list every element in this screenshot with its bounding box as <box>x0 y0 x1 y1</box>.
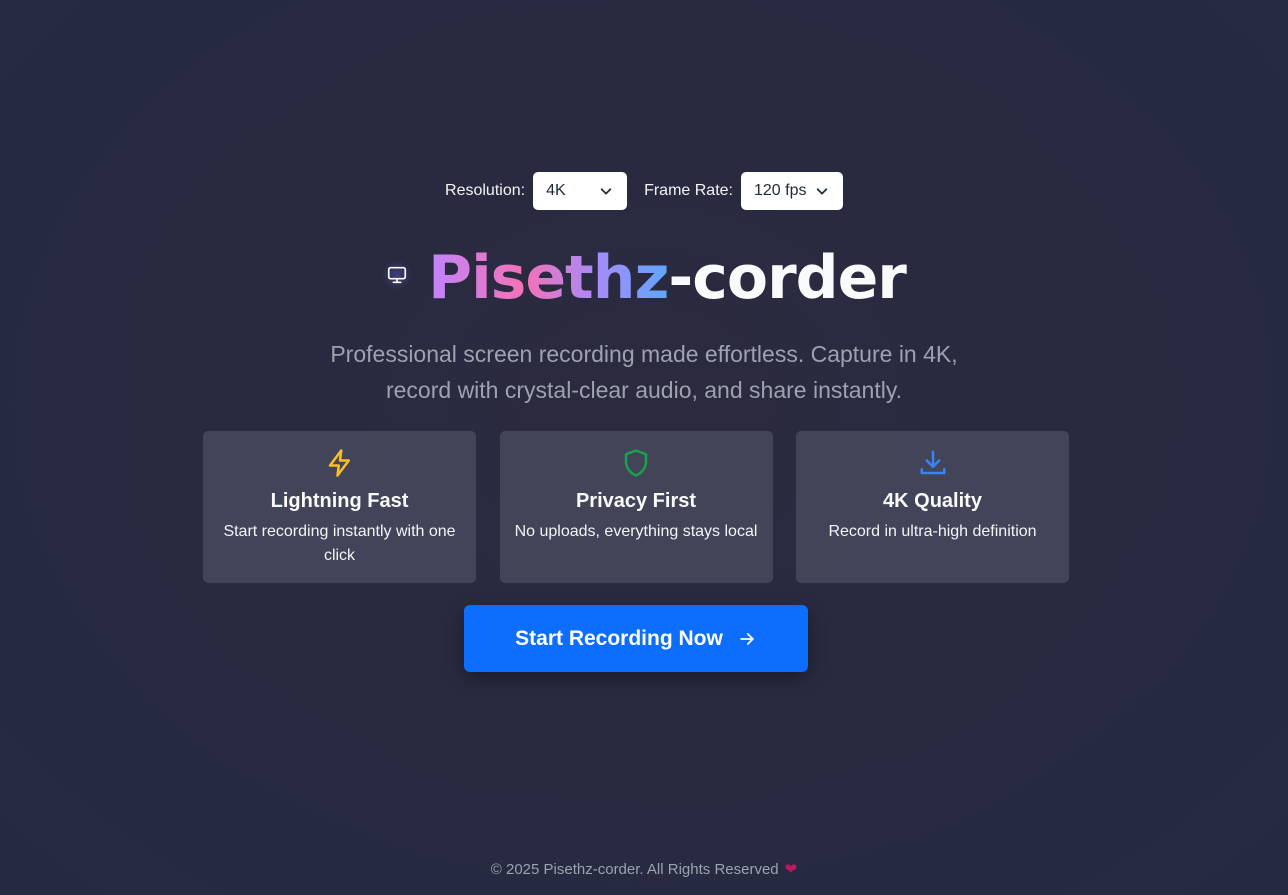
footer-copyright: © 2025 Pisethz-corder. All Rights Reserv… <box>490 861 779 878</box>
app-title: Pisethz-corder <box>428 240 907 316</box>
lightning-icon <box>328 449 350 477</box>
feature-description: Start recording instantly with one click <box>223 523 456 564</box>
hero-subtitle: Professional screen recording made effor… <box>0 336 1288 408</box>
feature-cards: Lightning Fast Start recording instantly… <box>203 431 1069 583</box>
app-title-highlight: Pisethz <box>428 243 669 313</box>
monitor-icon <box>388 266 407 284</box>
feature-title: Lightning Fast <box>270 490 409 512</box>
chevron-down-icon <box>600 188 612 195</box>
feature-description: No uploads, everything stays local <box>514 523 758 540</box>
heart-icon: ❤ <box>784 861 798 878</box>
subtitle-line-2: record with crystal-clear audio, and sha… <box>385 377 903 403</box>
resolution-group: Resolution: 4K <box>445 172 628 210</box>
app-title-rest: -corder <box>668 243 907 313</box>
feature-card-4k-quality: 4K Quality Record in ultra-high definiti… <box>796 431 1069 583</box>
monitor-icon-badge <box>382 260 413 290</box>
chevron-down-icon <box>816 188 828 195</box>
feature-description: Record in ultra-high definition <box>828 523 1037 540</box>
resolution-value: 4K <box>546 182 566 199</box>
hero-title-row: Pisethz-corder <box>0 240 1288 316</box>
feature-title: 4K Quality <box>883 490 982 512</box>
framerate-label: Frame Rate: <box>644 182 733 199</box>
resolution-select[interactable]: 4K <box>533 172 628 210</box>
resolution-label: Resolution: <box>445 182 526 199</box>
subtitle-line-1: Professional screen recording made effor… <box>330 341 958 367</box>
framerate-group: Frame Rate: 120 fps <box>644 172 843 210</box>
framerate-value: 120 fps <box>753 182 807 199</box>
start-recording-label: Start Recording Now <box>515 626 723 650</box>
download-icon <box>920 450 945 475</box>
feature-card-privacy-first: Privacy First No uploads, everything sta… <box>499 431 773 583</box>
footer: © 2025 Pisethz-corder. All Rights Reserv… <box>0 858 1288 882</box>
feature-title: Privacy First <box>575 490 697 512</box>
feature-card-lightning-fast: Lightning Fast Start recording instantly… <box>203 431 476 583</box>
recording-settings: Resolution: 4K Frame Rate: 120 fps <box>0 172 1288 210</box>
arrow-right-icon <box>740 632 754 645</box>
start-recording-button[interactable]: Start Recording Now <box>464 605 808 672</box>
shield-icon <box>624 449 648 477</box>
framerate-select[interactable]: 120 fps <box>740 172 843 210</box>
